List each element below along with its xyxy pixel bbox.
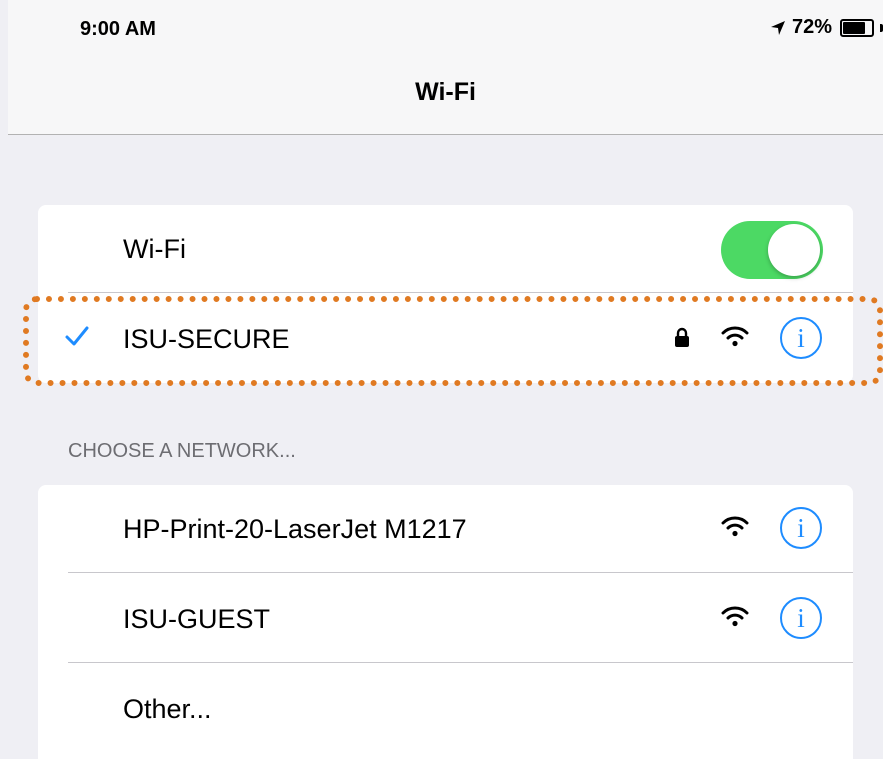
network-row-hp-print[interactable]: HP-Print-20-LaserJet M1217 i bbox=[38, 485, 853, 573]
network-row-isu-guest[interactable]: ISU-GUEST i bbox=[38, 575, 853, 663]
status-right-group: 72% bbox=[770, 16, 883, 39]
status-time: 9:00 AM bbox=[80, 18, 156, 40]
wifi-signal-icon bbox=[721, 516, 749, 537]
wifi-toggle-label: Wi-Fi bbox=[123, 234, 186, 264]
info-icon[interactable]: i bbox=[780, 507, 822, 549]
top-bar: 9:00 AM 72% Wi-Fi bbox=[8, 0, 883, 135]
toggle-knob bbox=[768, 224, 820, 276]
wifi-signal-icon bbox=[721, 606, 749, 627]
row-separator bbox=[68, 572, 853, 573]
choose-network-header: CHOOSE A NETWORK... bbox=[68, 440, 296, 462]
wifi-toggle-row: Wi-Fi bbox=[38, 205, 853, 293]
info-icon[interactable]: i bbox=[780, 597, 822, 639]
network-name: Other... bbox=[123, 694, 212, 724]
network-row-other[interactable]: Other... bbox=[38, 665, 853, 753]
highlight-box bbox=[23, 296, 883, 386]
row-separator bbox=[68, 292, 853, 293]
row-separator bbox=[68, 662, 853, 663]
networks-group: HP-Print-20-LaserJet M1217 i ISU-GUEST i… bbox=[38, 485, 853, 759]
wifi-settings-screen: 9:00 AM 72% Wi-Fi Wi-Fi ISU-SECURE i CHO… bbox=[8, 0, 883, 759]
network-name: HP-Print-20-LaserJet M1217 bbox=[123, 514, 467, 544]
wifi-toggle-switch[interactable] bbox=[721, 221, 823, 279]
battery-level-fill bbox=[843, 21, 865, 34]
location-arrow-icon bbox=[770, 20, 785, 35]
page-title: Wi-Fi bbox=[415, 78, 476, 106]
network-name: ISU-GUEST bbox=[123, 604, 271, 634]
battery-icon bbox=[840, 18, 874, 37]
battery-percentage: 72% bbox=[791, 16, 832, 38]
